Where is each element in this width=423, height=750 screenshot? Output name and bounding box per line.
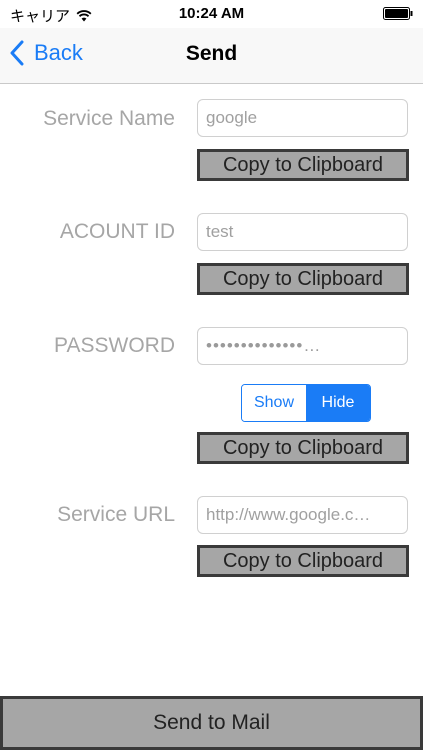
copy-service-name-button[interactable]: Copy to Clipboard <box>197 149 409 181</box>
password-visibility-toggle: Show Hide <box>241 384 371 422</box>
service-name-label: Service Name <box>43 107 175 130</box>
send-to-mail-button[interactable]: Send to Mail <box>0 696 423 750</box>
password-input[interactable] <box>197 327 408 365</box>
copy-service-url-button[interactable]: Copy to Clipboard <box>197 545 409 577</box>
show-password-segment[interactable]: Show <box>242 385 306 421</box>
service-url-input[interactable] <box>197 496 408 534</box>
battery-icon <box>383 7 413 20</box>
account-id-input[interactable] <box>197 213 408 251</box>
status-time: 10:24 AM <box>178 5 245 22</box>
hide-password-segment[interactable]: Hide <box>306 385 370 421</box>
copy-password-button[interactable]: Copy to Clipboard <box>197 432 409 464</box>
copy-account-id-button[interactable]: Copy to Clipboard <box>197 263 409 295</box>
status-bar: キャリア 10:24 AM <box>0 0 423 28</box>
password-label: PASSWORD <box>54 334 175 357</box>
service-url-label: Service URL <box>57 503 175 526</box>
page-title: Send <box>185 42 238 65</box>
service-name-input[interactable] <box>197 99 408 137</box>
navigation-bar: Back Send <box>0 28 423 84</box>
account-id-label: ACOUNT ID <box>59 220 175 243</box>
